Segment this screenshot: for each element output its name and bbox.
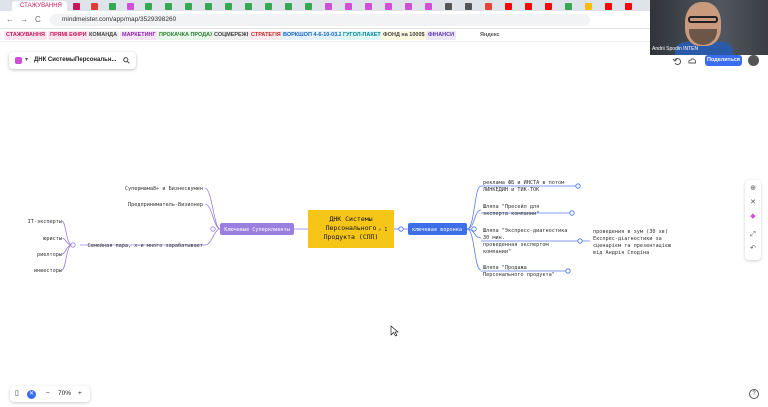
- connector: [61, 220, 73, 246]
- left-item[interactable]: Предприниматель-Визионер: [128, 202, 203, 208]
- avatar[interactable]: [748, 55, 759, 66]
- collapse-handle[interactable]: [210, 226, 216, 232]
- share-button[interactable]: Поделиться: [705, 55, 742, 66]
- connector: [204, 187, 221, 230]
- right-sub-line[interactable]: від Андрія Сподіна: [593, 250, 649, 256]
- left-sub-item[interactable]: инвесторы: [34, 268, 62, 274]
- page-icon[interactable]: ▯: [15, 386, 19, 402]
- connector: [466, 185, 482, 230]
- left-sub-item[interactable]: IT-эксперты: [28, 219, 62, 225]
- undo-icon[interactable]: ↶: [748, 244, 758, 254]
- collapse-handle[interactable]: [70, 242, 76, 248]
- mindmeister-logo-icon: [15, 57, 22, 64]
- add-icon[interactable]: ⊕: [748, 184, 758, 194]
- mouse-cursor-icon: [390, 325, 399, 337]
- collapse-handle[interactable]: [471, 226, 477, 232]
- left-item[interactable]: Семейная пара, х-и много зарабатывает: [87, 242, 203, 249]
- paint-icon[interactable]: ◆: [748, 212, 758, 222]
- map-header[interactable]: ▾ ДНК СистемыПерсональн...: [9, 52, 136, 69]
- collapse-handle[interactable]: [575, 183, 581, 189]
- right-item-line[interactable]: ЛИНКЕДИН и ТИК-ТОК: [483, 187, 540, 193]
- root-line-3: Продукта (СПП): [324, 233, 379, 241]
- right-item-line[interactable]: Шляпа "Пресейл для: [483, 204, 539, 210]
- help-button[interactable]: ?: [749, 389, 759, 399]
- right-item-line[interactable]: реклама ФБ и ИНСТА в потом: [483, 180, 564, 186]
- collapse-handle[interactable]: [577, 238, 583, 244]
- top-right-actions: Поделиться: [669, 55, 761, 68]
- collapse-handle[interactable]: [565, 268, 571, 274]
- map-title[interactable]: ДНК СистемыПерсональн...: [34, 52, 116, 69]
- right-item-line[interactable]: Шляпа "Экспресс-диагностика: [483, 228, 567, 234]
- right-item-line[interactable]: проведенная экспертом: [483, 242, 549, 248]
- left-item[interactable]: Супермама8+ и Бизнесвумен: [125, 186, 203, 192]
- collapse-handle[interactable]: [569, 210, 575, 216]
- right-item-line[interactable]: Шляпа "Продажа: [483, 265, 527, 271]
- right-item-line[interactable]: эксперта компании": [483, 211, 539, 217]
- chevron-down-icon[interactable]: ▾: [25, 52, 28, 69]
- right-item-line[interactable]: 30 мин.: [483, 235, 505, 241]
- right-sub-line[interactable]: проведения в зум (30 хв): [593, 229, 668, 235]
- close-icon[interactable]: ✕: [27, 390, 36, 399]
- root-line-2: Персонального: [326, 224, 377, 232]
- zoom-level[interactable]: 70%: [58, 386, 71, 402]
- link-badge[interactable]: ⇗ 1: [378, 227, 387, 233]
- zoom-controls: ▯ ✕ − 70% +: [10, 386, 90, 402]
- undo-icon[interactable]: [672, 56, 682, 66]
- right-toolbar: ⊕ ✕ ◆ ⤢ ↶: [745, 180, 761, 260]
- left-sub-item[interactable]: риелторы: [37, 252, 62, 258]
- search-icon[interactable]: [123, 57, 130, 64]
- right-item-line[interactable]: Персонального продукта": [483, 272, 555, 278]
- left-sub-item[interactable]: юристы: [43, 236, 62, 242]
- collapse-handle[interactable]: [398, 226, 404, 232]
- right-topic-label: ключевая воронка: [412, 227, 462, 233]
- close-icon[interactable]: ✕: [748, 198, 758, 208]
- zoom-out-button[interactable]: −: [46, 386, 50, 402]
- connector: [466, 209, 482, 230]
- right-item-line[interactable]: компании": [483, 249, 511, 255]
- connector: [466, 228, 482, 271]
- cloud-icon[interactable]: [687, 56, 697, 66]
- right-sub-line[interactable]: Експрес-діагностики за: [593, 236, 662, 242]
- zoom-in-button[interactable]: +: [78, 386, 82, 402]
- expand-icon[interactable]: ⤢: [748, 230, 758, 240]
- right-sub-line[interactable]: сценарієм та презентацією: [593, 243, 671, 249]
- left-topic-label: Ключевые Суперклиенты: [224, 227, 290, 233]
- root-line-1: ДНК Системы: [329, 215, 372, 223]
